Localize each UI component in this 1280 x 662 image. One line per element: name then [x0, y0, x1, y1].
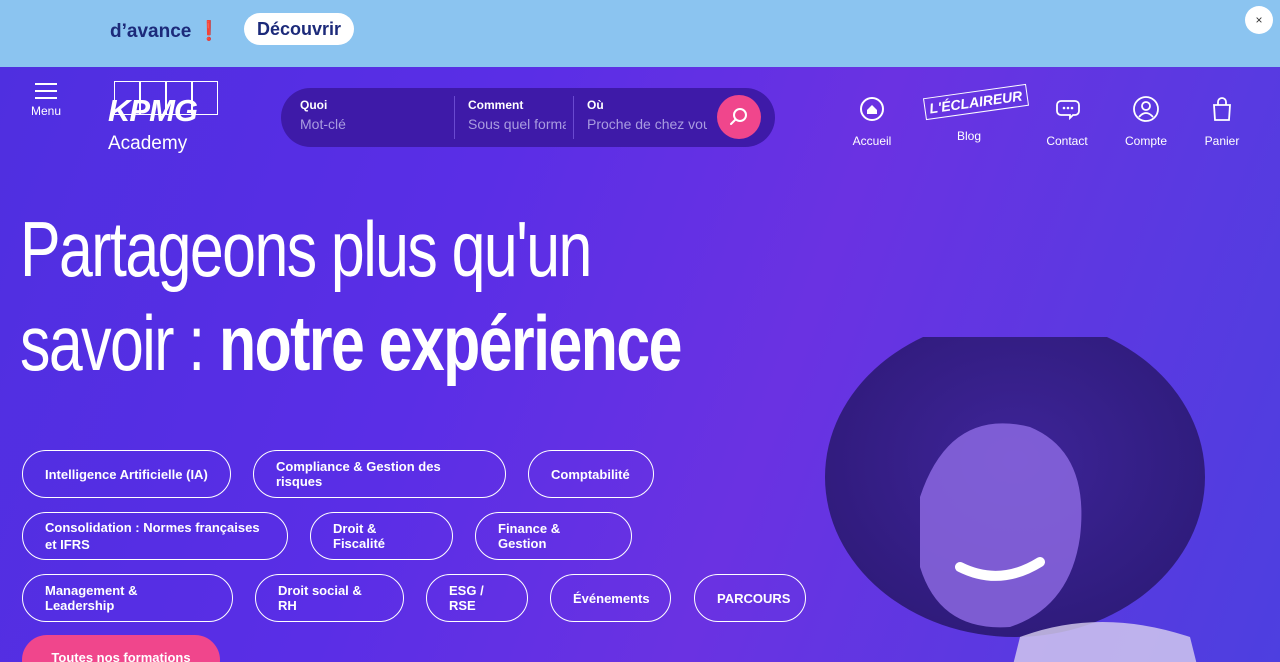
category-comptabilite[interactable]: Comptabilité	[528, 450, 654, 498]
user-icon	[1133, 96, 1159, 122]
category-esg[interactable]: ESG / RSE	[426, 574, 528, 622]
quoi-label: Quoi	[300, 98, 328, 112]
exclamation-icon: ❗	[197, 21, 221, 42]
bag-icon	[1213, 97, 1231, 121]
logo-brand: KPMG	[108, 93, 198, 128]
category-management[interactable]: Management & Leadership	[22, 574, 233, 622]
close-icon[interactable]: ×	[1245, 6, 1273, 34]
headline-line2: savoir :	[20, 299, 219, 387]
headline-line1: Partageons plus qu'un	[20, 205, 592, 293]
category-compliance[interactable]: Compliance & Gestion des risques	[253, 450, 506, 498]
banner-text: d’avance ❗	[110, 19, 221, 43]
search-bar: Quoi Comment Où	[281, 88, 775, 147]
search-field-quoi: Quoi	[300, 98, 450, 138]
hero-section: Menu KPMG Academy Quoi Comment Où	[0, 67, 1280, 662]
category-consolidation[interactable]: Consolidation : Normes françaises et IFR…	[22, 512, 288, 560]
category-parcours[interactable]: PARCOURS	[694, 574, 806, 622]
nav-panier[interactable]: Panier	[1198, 95, 1246, 148]
nav-accueil[interactable]: Accueil	[846, 95, 898, 148]
comment-label: Comment	[468, 98, 524, 112]
promo-banner: d’avance ❗ Découvrir ×	[0, 0, 1280, 67]
hero-photo	[825, 337, 1205, 662]
search-button[interactable]	[717, 95, 761, 139]
search-divider	[454, 96, 455, 139]
kpmg-academy-logo[interactable]: KPMG Academy	[108, 81, 224, 157]
location-input[interactable]	[587, 116, 707, 132]
nav-compte[interactable]: Compte	[1120, 95, 1172, 148]
search-field-ou: Où	[587, 98, 707, 138]
nav-blog[interactable]: L'ÉCLAIREUR Blog	[922, 83, 1029, 143]
home-icon	[860, 97, 884, 121]
nav-label: Blog	[956, 129, 982, 143]
search-divider	[573, 96, 574, 139]
format-input[interactable]	[468, 116, 566, 132]
eclaireur-logo: L'ÉCLAIREUR	[922, 83, 1029, 121]
search-icon	[730, 108, 747, 125]
ou-label: Où	[587, 98, 604, 112]
category-droit-fiscalite[interactable]: Droit & Fiscalité	[310, 512, 453, 560]
discover-button[interactable]: Découvrir	[244, 13, 354, 45]
menu-button[interactable]: Menu	[28, 83, 64, 131]
headline-emphasis: notre expérience	[218, 299, 683, 387]
logo-sub: Academy	[108, 133, 188, 154]
category-finance-gestion[interactable]: Finance & Gestion	[475, 512, 632, 560]
nav-contact[interactable]: Contact	[1042, 95, 1092, 148]
nav-label: Accueil	[852, 134, 892, 148]
category-evenements[interactable]: Événements	[550, 574, 671, 622]
nav-label: Panier	[1204, 134, 1240, 148]
banner-label: d’avance	[110, 21, 192, 42]
search-field-comment: Comment	[468, 98, 566, 138]
nav-label: Compte	[1124, 134, 1168, 148]
all-trainings-button[interactable]: Toutes nos formations	[22, 635, 220, 662]
menu-label: Menu	[30, 104, 62, 118]
hamburger-icon	[35, 83, 57, 99]
hero-headline: Partageons plus qu'un savoir : notre exp…	[20, 202, 683, 390]
nav-label: Contact	[1046, 134, 1088, 148]
chat-icon	[1056, 100, 1080, 121]
keyword-input[interactable]	[300, 116, 450, 132]
category-droit-social[interactable]: Droit social & RH	[255, 574, 404, 622]
category-ia[interactable]: Intelligence Artificielle (IA)	[22, 450, 231, 498]
